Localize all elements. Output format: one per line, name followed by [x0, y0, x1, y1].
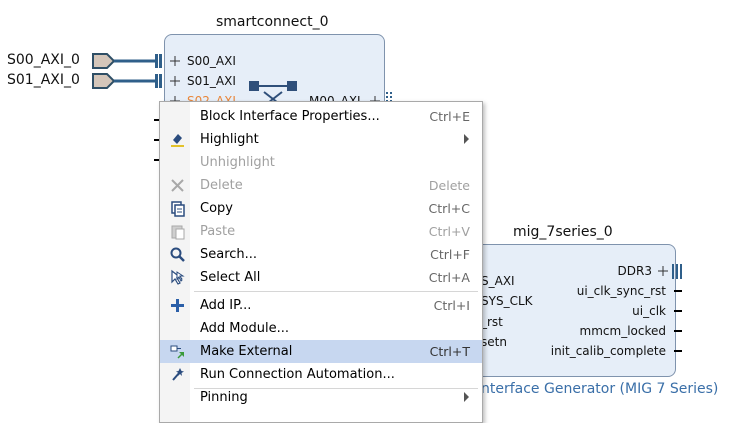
context-menu: Block Interface Properties... Ctrl+E Hig… [159, 101, 483, 423]
make-external-icon [170, 345, 184, 359]
menu-item-shortcut: Ctrl+E [429, 109, 470, 124]
select-all-icon [171, 269, 185, 285]
menu-item-highlight[interactable]: Highlight [160, 128, 482, 151]
menu-item-search[interactable]: Search... Ctrl+F [160, 243, 482, 266]
menu-item-label: Highlight [200, 132, 259, 147]
menu-item-label: Run Connection Automation... [200, 367, 395, 382]
menu-item-shortcut: Ctrl+I [433, 298, 470, 313]
menu-item-shortcut: Ctrl+V [428, 224, 470, 239]
submenu-arrow-icon [464, 134, 469, 144]
menu-item-shortcut: Delete [428, 178, 470, 193]
submenu-arrow-icon [464, 392, 469, 402]
menu-item-label: Select All [200, 270, 261, 285]
menu-item-make-external[interactable]: Make External Ctrl+T [160, 340, 482, 363]
menu-separator [194, 291, 478, 292]
menu-item-label: Delete [200, 178, 243, 193]
menu-item-add-module[interactable]: Add Module... [160, 317, 482, 340]
menu-item-shortcut: Ctrl+F [430, 247, 470, 262]
menu-item-paste[interactable]: Paste Ctrl+V [160, 220, 482, 243]
mig-port[interactable]: init_calib_complete [551, 344, 666, 358]
automation-icon [172, 368, 184, 381]
external-port-connectors [92, 53, 158, 89]
menu-item-label: Pinning [200, 390, 248, 405]
mig-port[interactable]: SYS_CLK [481, 294, 533, 308]
menu-item-label: Block Interface Properties... [200, 109, 380, 124]
add-icon [171, 299, 184, 312]
search-icon [170, 247, 185, 262]
menu-item-run-connection-automation[interactable]: Run Connection Automation... [160, 363, 482, 386]
mig-port[interactable]: DDR3 [618, 264, 652, 278]
copy-icon [171, 201, 185, 217]
external-port-shape[interactable] [92, 53, 116, 69]
delete-icon [171, 179, 184, 192]
menu-item-block-interface-properties[interactable]: Block Interface Properties... Ctrl+E [160, 105, 482, 128]
menu-item-select-all[interactable]: Select All Ctrl+A [160, 266, 482, 289]
block-title: mig_7series_0 [513, 224, 613, 240]
menu-item-label: Unhighlight [200, 155, 275, 170]
menu-item-label: Search... [200, 247, 258, 262]
menu-item-label: Paste [200, 224, 236, 239]
menu-item-shortcut: Ctrl+C [428, 201, 470, 216]
menu-item-label: Copy [200, 201, 233, 216]
menu-item-shortcut: Ctrl+T [429, 344, 470, 359]
menu-item-label: Add Module... [200, 321, 289, 336]
smartconnect-port[interactable]: S01_AXI [187, 74, 236, 88]
mig-port[interactable]: S_AXI [481, 274, 515, 288]
menu-item-label: Make External [200, 344, 293, 359]
menu-item-delete[interactable]: Delete Delete [160, 174, 482, 197]
menu-item-unhighlight[interactable]: Unhighlight [160, 151, 482, 174]
menu-item-copy[interactable]: Copy Ctrl+C [160, 197, 482, 220]
menu-item-pinning[interactable]: Pinning [160, 386, 482, 409]
block-title: smartconnect_0 [216, 14, 329, 30]
menu-item-shortcut: Ctrl+A [428, 270, 470, 285]
mig-port[interactable]: setn [481, 335, 507, 349]
paste-icon [171, 225, 185, 240]
highlight-icon [171, 134, 184, 147]
block-subtitle: nterface Generator (MIG 7 Series) [481, 381, 719, 397]
external-port-shape[interactable] [92, 73, 116, 89]
mig-port-markers [658, 264, 682, 352]
menu-item-label: Add IP... [200, 298, 252, 313]
mig-port[interactable]: _rst [481, 315, 503, 329]
menu-item-add-ip[interactable]: Add IP... Ctrl+I [160, 294, 482, 317]
smartconnect-port[interactable]: S00_AXI [187, 54, 236, 68]
